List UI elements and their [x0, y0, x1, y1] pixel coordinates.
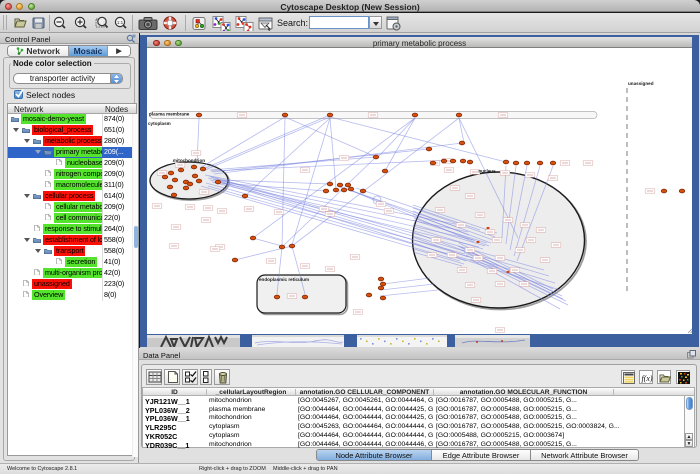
svg-text:mitochondrion: mitochondrion — [173, 158, 205, 163]
svg-text:unassigned: unassigned — [628, 81, 654, 86]
svg-text:endoplasmic reticulum: endoplasmic reticulum — [259, 277, 309, 282]
svg-text:plasma membrane: plasma membrane — [149, 112, 190, 117]
svg-text:1:1: 1:1 — [117, 20, 124, 25]
svg-text:cytoplasm: cytoplasm — [148, 121, 171, 126]
svg-text:f(x): f(x) — [641, 374, 652, 383]
svg-text:nucleus: nucleus — [478, 169, 496, 174]
